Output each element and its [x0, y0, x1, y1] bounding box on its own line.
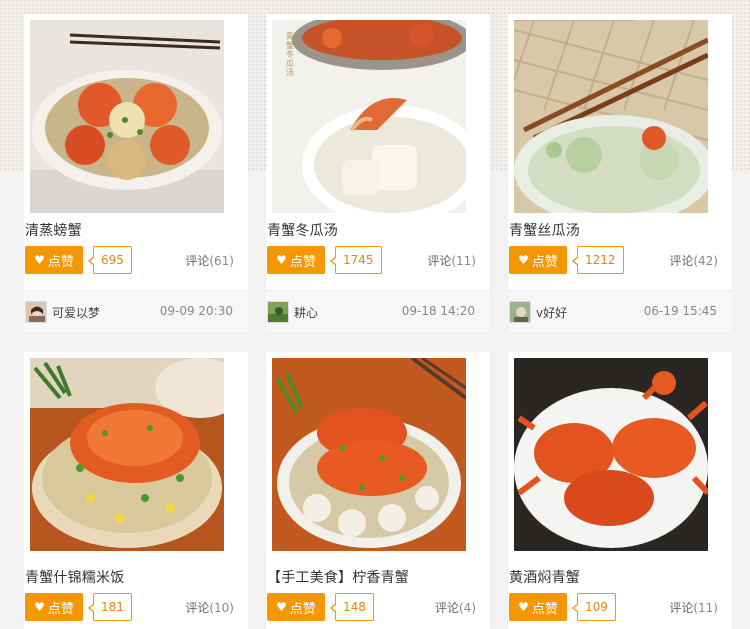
heart-icon: ♥	[276, 253, 287, 267]
comments-label: 评论	[669, 254, 694, 268]
heart-icon: ♥	[518, 600, 529, 614]
comments-label: 评论	[434, 601, 459, 615]
comments-link[interactable]: 评论(10)	[185, 599, 234, 616]
like-button-label: 点赞	[531, 254, 558, 270]
recipe-title[interactable]: 青蟹什锦糯米饭	[25, 567, 124, 587]
comments-link[interactable]: 评论(61)	[185, 252, 234, 269]
recipe-photo[interactable]	[514, 20, 708, 213]
recipe-card: 青蟹什锦糯米饭 ♥ 点赞 181 评论(10)	[24, 352, 248, 629]
comments-label: 评论	[427, 254, 452, 268]
recipe-title[interactable]: 清蒸螃蟹	[25, 220, 82, 240]
card-footer: 可爱以梦 09-09 20:30	[24, 290, 248, 332]
comments-label: 评论	[185, 254, 210, 268]
comments-label: 评论	[185, 601, 210, 615]
comments-count: (42)	[693, 254, 718, 268]
card-footer: v好好 06-19 15:45	[508, 290, 732, 332]
recipe-card: 青蟹丝瓜汤 ♥ 点赞 1212 评论(42) v好好 06-19 15:45	[508, 14, 732, 332]
avatar[interactable]	[267, 301, 289, 323]
post-date: 09-18 14:20	[401, 304, 475, 318]
like-button-label: 点赞	[289, 601, 316, 617]
like-button[interactable]: ♥ 点赞	[25, 593, 83, 621]
like-button[interactable]: ♥ 点赞	[267, 593, 325, 621]
comments-count: (4)	[459, 601, 476, 615]
recipe-photo[interactable]	[30, 20, 224, 213]
recipe-card: 清蒸螃蟹 ♥ 点赞 695 评论(61) 可爱以梦 09-09 20:30	[24, 14, 248, 332]
post-date: 09-09 20:30	[159, 304, 233, 318]
like-button[interactable]: ♥ 点赞	[25, 246, 83, 274]
like-count: 109	[572, 593, 616, 621]
author-name[interactable]: 耕心	[294, 304, 318, 321]
like-button-label: 点赞	[47, 601, 74, 617]
comments-label: 评论	[669, 601, 694, 615]
like-count: 1745	[330, 246, 382, 274]
comments-count: (61)	[209, 254, 234, 268]
heart-icon: ♥	[518, 253, 529, 267]
avatar[interactable]	[25, 301, 47, 323]
recipe-card: 【手工美食】柠香青蟹 ♥ 点赞 148 评论(4)	[266, 352, 490, 629]
recipe-title[interactable]: 黄酒焖青蟹	[509, 567, 580, 587]
like-count: 148	[330, 593, 374, 621]
like-count: 1212	[572, 246, 624, 274]
card-footer: 耕心 09-18 14:20	[266, 290, 490, 332]
like-button[interactable]: ♥ 点赞	[267, 246, 325, 274]
comments-count: (11)	[451, 254, 476, 268]
comments-link[interactable]: 评论(4)	[435, 599, 476, 616]
author-name[interactable]: v好好	[536, 304, 567, 321]
recipe-title[interactable]: 青蟹丝瓜汤	[509, 220, 580, 240]
comments-link[interactable]: 评论(11)	[427, 252, 476, 269]
avatar[interactable]	[509, 301, 531, 323]
recipe-photo[interactable]	[30, 358, 224, 551]
like-button-label: 点赞	[531, 601, 558, 617]
author-name[interactable]: 可爱以梦	[52, 304, 100, 321]
heart-icon: ♥	[276, 600, 287, 614]
recipe-photo[interactable]	[514, 358, 708, 551]
like-count: 181	[88, 593, 132, 621]
like-button[interactable]: ♥ 点赞	[509, 593, 567, 621]
photo-watermark: 青蟹冬瓜汤	[286, 32, 294, 77]
recipe-card: 青蟹冬瓜汤 青蟹冬瓜汤 ♥ 点赞 1745 评论(11) 耕心 09-18 14…	[266, 14, 490, 332]
heart-icon: ♥	[34, 253, 45, 267]
like-button[interactable]: ♥ 点赞	[509, 246, 567, 274]
comments-count: (11)	[693, 601, 718, 615]
recipe-title[interactable]: 青蟹冬瓜汤	[267, 220, 338, 240]
recipe-photo[interactable]	[272, 358, 466, 551]
comments-count: (10)	[209, 601, 234, 615]
comments-link[interactable]: 评论(42)	[669, 252, 718, 269]
like-button-label: 点赞	[47, 254, 74, 270]
recipe-card: 黄酒焖青蟹 ♥ 点赞 109 评论(11)	[508, 352, 732, 629]
comments-link[interactable]: 评论(11)	[669, 599, 718, 616]
heart-icon: ♥	[34, 600, 45, 614]
like-button-label: 点赞	[289, 254, 316, 270]
recipe-title[interactable]: 【手工美食】柠香青蟹	[267, 567, 409, 587]
post-date: 06-19 15:45	[643, 304, 717, 318]
recipe-photo[interactable]: 青蟹冬瓜汤	[272, 20, 466, 213]
like-count: 695	[88, 246, 132, 274]
